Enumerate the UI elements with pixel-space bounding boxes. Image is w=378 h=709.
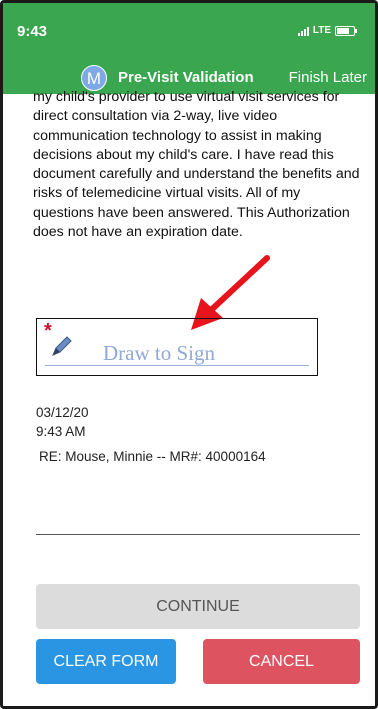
- status-indicators: LTE: [297, 25, 357, 36]
- pen-icon: [52, 336, 72, 356]
- page-title: Pre-Visit Validation: [118, 69, 254, 86]
- form-content: my child's provider to use virtual visit…: [3, 89, 375, 706]
- divider: [36, 534, 360, 535]
- cancel-button[interactable]: CANCEL: [203, 639, 360, 684]
- signature-time: 9:43 AM: [36, 424, 86, 439]
- signature-line: [45, 365, 309, 366]
- finish-later-link[interactable]: Finish Later: [289, 69, 367, 86]
- signature-date: 03/12/20: [36, 405, 89, 420]
- status-time: 9:43: [17, 23, 48, 40]
- phone-frame: 9:43 LTE M Pre-Visit Validation Finish L…: [0, 0, 378, 709]
- signal-icon: [297, 26, 309, 36]
- draw-to-sign-placeholder: Draw to Sign: [103, 341, 215, 365]
- signature-pad[interactable]: * Draw to Sign: [36, 318, 318, 376]
- battery-icon: [335, 25, 357, 36]
- continue-button[interactable]: CONTINUE: [36, 584, 360, 629]
- clear-form-button[interactable]: CLEAR FORM: [36, 639, 176, 684]
- app-header: 9:43 LTE M Pre-Visit Validation Finish L…: [3, 3, 375, 94]
- authorization-text: my child's provider to use virtual visit…: [33, 89, 360, 241]
- network-label: LTE: [312, 25, 331, 36]
- patient-reference: RE: Mouse, Minnie -- MR#: 40000164: [39, 449, 266, 464]
